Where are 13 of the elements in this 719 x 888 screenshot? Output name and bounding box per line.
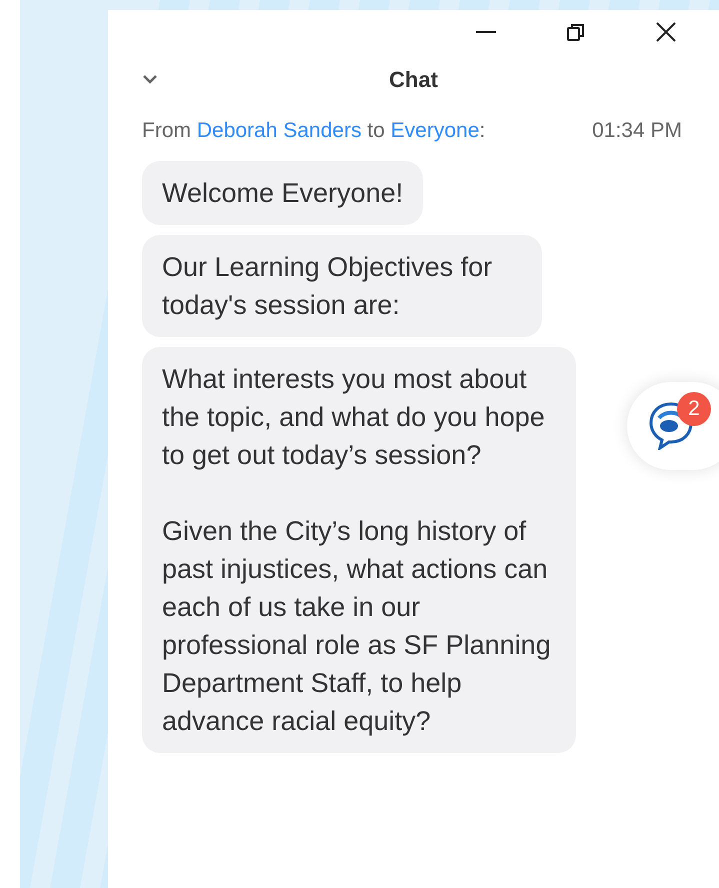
chevron-down-icon — [143, 74, 157, 84]
recipient-link[interactable]: Everyone — [390, 119, 480, 142]
message-text: What interests you most about the topic, and what do you hope to get out today’s session? — [162, 362, 546, 472]
message-text: Welcome Everyone! — [162, 176, 404, 210]
sender-line: From Deborah Sanders to Everyone: — [142, 118, 486, 144]
restore-icon — [566, 22, 586, 42]
window-title: Chat — [389, 66, 438, 94]
sender-link[interactable]: Deborah Sanders — [196, 119, 362, 142]
message-text: Our Learning Objectives for today's session are: — [162, 250, 494, 322]
close-icon — [656, 22, 676, 42]
message-text: Given the City’s long history of past injustices, what actions can each of us take in our professional role as SF Planning Department Staff, to help advance racial equity? — [162, 514, 552, 738]
minimize-icon — [476, 31, 496, 33]
message-time: 01:34 PM — [592, 118, 682, 144]
